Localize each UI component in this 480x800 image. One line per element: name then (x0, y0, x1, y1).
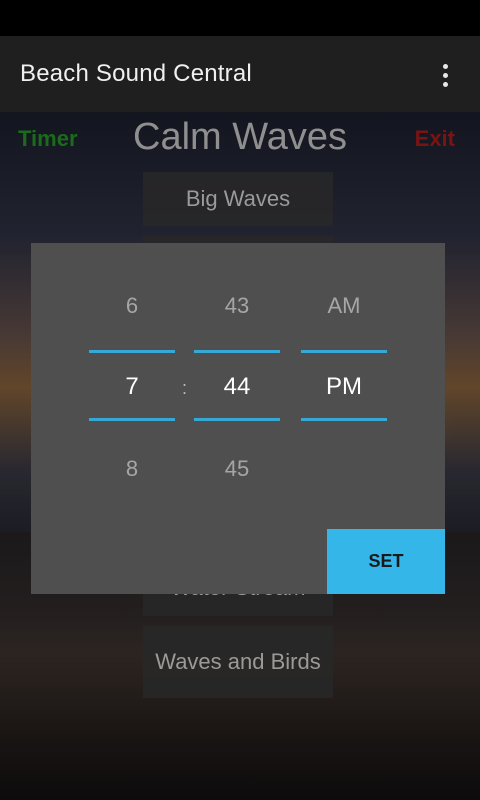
current-sound-title: Calm Waves (133, 116, 347, 158)
sound-button-big-waves[interactable]: Big Waves (143, 172, 333, 226)
set-button[interactable]: SET (327, 529, 445, 594)
sound-button-waves-and-birds[interactable]: Waves and Birds (143, 626, 333, 698)
minute-next[interactable]: 45 (194, 456, 280, 482)
period-bottom-divider (301, 418, 387, 421)
status-bar (0, 0, 480, 36)
period-top-divider (301, 350, 387, 353)
hour-prev[interactable]: 6 (89, 293, 175, 319)
minute-prev[interactable]: 43 (194, 293, 280, 319)
minute-bottom-divider (194, 418, 280, 421)
minute-top-divider (194, 350, 280, 353)
exit-button[interactable]: Exit (415, 126, 455, 152)
hour-next[interactable]: 8 (89, 456, 175, 482)
hour-bottom-divider (89, 418, 175, 421)
time-separator: : (182, 378, 188, 398)
time-picker-dialog: 6 7 8 : 43 44 45 AM PM SET (31, 243, 445, 594)
more-vert-icon[interactable] (430, 60, 460, 90)
app-title: Beach Sound Central (20, 60, 252, 87)
hour-selected[interactable]: 7 (89, 373, 175, 401)
minute-selected[interactable]: 44 (194, 373, 280, 401)
period-prev[interactable]: AM (301, 293, 387, 319)
hour-top-divider (89, 350, 175, 353)
period-selected[interactable]: PM (301, 373, 387, 401)
